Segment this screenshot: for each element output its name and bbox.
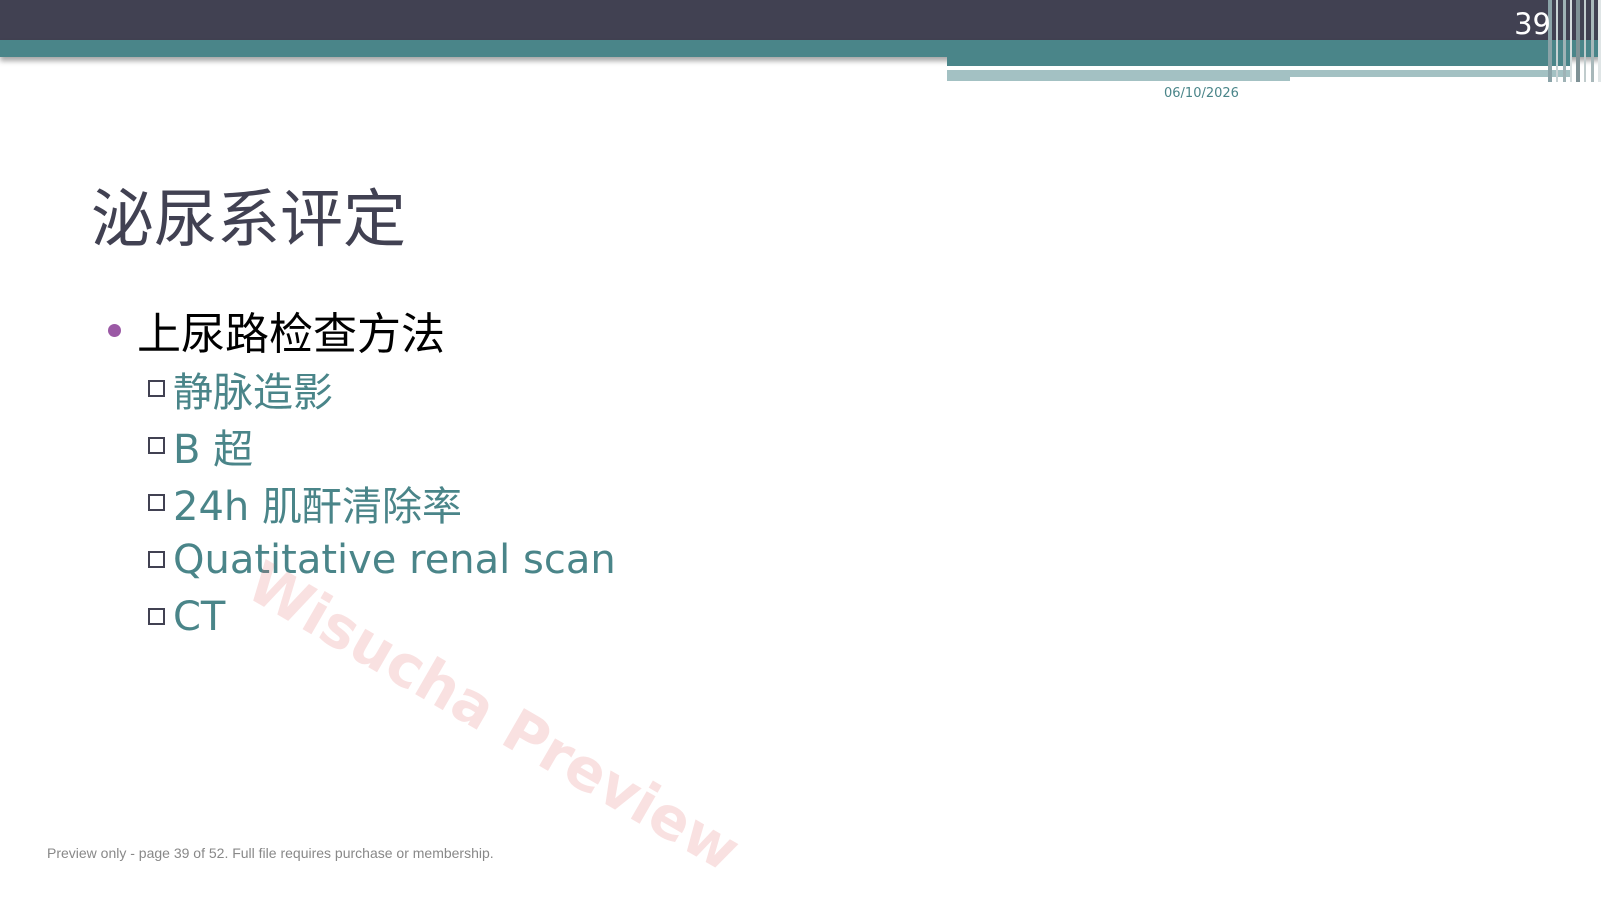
sub-list-item-text: 24h 肌酐清除率 xyxy=(173,483,462,530)
sub-list-item: 24h 肌酐清除率 xyxy=(148,474,616,531)
header-accent-light-strip xyxy=(947,70,1290,81)
slide-title: 泌尿系评定 xyxy=(91,183,406,256)
slide-date: 06/10/2026 xyxy=(1164,86,1239,101)
sub-list-item-text: CT xyxy=(173,593,226,640)
header-accent-band xyxy=(0,40,1601,57)
square-bullet-icon xyxy=(148,380,165,397)
header-accent-strip xyxy=(947,57,1571,66)
square-bullet-icon xyxy=(148,437,165,454)
sub-list-item-text: 静脉造影 xyxy=(173,369,333,416)
slide-content: 上尿路检查方法 静脉造影 B 超 24h 肌酐清除率 Quatitative r… xyxy=(108,300,616,645)
sub-list-item: Quatitative renal scan xyxy=(148,531,616,588)
square-bullet-icon xyxy=(148,608,165,625)
sub-list: 静脉造影 B 超 24h 肌酐清除率 Quatitative renal sca… xyxy=(148,360,616,645)
header-accent-light-strip-thin xyxy=(1290,70,1571,77)
sub-list-item: CT xyxy=(148,588,616,645)
header-bar xyxy=(0,0,1601,40)
bullet-text: 上尿路检查方法 xyxy=(137,309,445,360)
header-stripes-decoration xyxy=(1548,0,1601,82)
preview-footer-notice: Preview only - page 39 of 52. Full file … xyxy=(47,845,494,861)
bullet-item: 上尿路检查方法 xyxy=(108,300,616,360)
bullet-dot-icon xyxy=(108,323,121,337)
sub-list-item-text: B 超 xyxy=(173,426,254,473)
square-bullet-icon xyxy=(148,551,165,568)
sub-list-item: 静脉造影 xyxy=(148,360,616,417)
slide-page-number: 39 xyxy=(1514,7,1551,41)
square-bullet-icon xyxy=(148,494,165,511)
sub-list-item-text: Quatitative renal scan xyxy=(173,536,616,583)
sub-list-item: B 超 xyxy=(148,417,616,474)
